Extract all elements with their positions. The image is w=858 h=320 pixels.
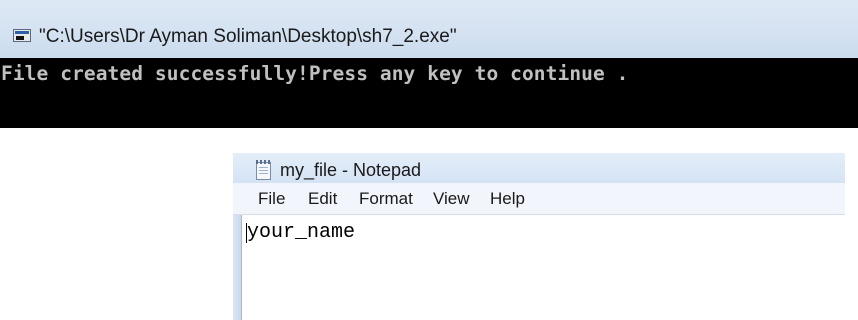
notepad-content: your_name: [247, 221, 356, 244]
notepad-frame-border: [233, 215, 241, 320]
menu-format[interactable]: Format: [359, 189, 413, 209]
console-window: "C:\Users\Dr Ayman Soliman\Desktop\sh7_2…: [0, 0, 858, 128]
notepad-titlebar[interactable]: my_file - Notepad: [233, 153, 845, 183]
notepad-title: my_file - Notepad: [280, 160, 422, 180]
notepad-text-area[interactable]: your_name: [241, 215, 845, 320]
console-output-area[interactable]: File created successfully!Press any key …: [0, 58, 858, 128]
menu-view[interactable]: View: [433, 189, 470, 209]
notepad-window: my_file - Notepad File Edit Format View …: [233, 153, 845, 320]
menu-help[interactable]: Help: [490, 189, 525, 209]
menu-file[interactable]: File: [258, 189, 285, 209]
notepad-icon[interactable]: [256, 160, 271, 180]
console-window-icon[interactable]: [13, 29, 31, 42]
notepad-menubar: File Edit Format View Help: [233, 183, 845, 215]
console-title: "C:\Users\Dr Ayman Soliman\Desktop\sh7_2…: [39, 26, 457, 47]
menu-edit[interactable]: Edit: [308, 189, 337, 209]
console-titlebar[interactable]: "C:\Users\Dr Ayman Soliman\Desktop\sh7_2…: [0, 0, 858, 58]
console-output-text: File created successfully!Press any key …: [1, 62, 629, 85]
